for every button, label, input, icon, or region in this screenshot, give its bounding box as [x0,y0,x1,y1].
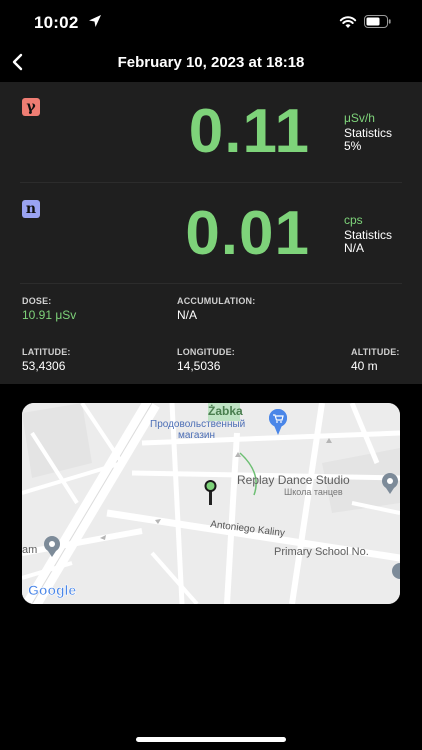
neutron-unit: cps [344,213,363,227]
map-label-zabka: Żabka [208,403,243,418]
status-bar: 10:02 [0,0,422,44]
latitude-value: 53,4306 [22,359,66,373]
location-map[interactable]: Żabka Продовольственный магазин Replay D… [22,403,400,604]
gamma-unit: μSv/h [344,111,375,125]
navigation-bar: February 10, 2023 at 18:18 [0,44,422,82]
altitude-value: 40 m [351,359,378,373]
dose-label: DOSE: [22,296,52,306]
map-label-dance-studio: Replay Dance Studio [237,473,350,487]
wifi-icon [339,16,357,28]
map-canvas[interactable]: Żabka Продовольственный магазин Replay D… [22,403,400,604]
map-label-school: Primary School No. [274,546,369,558]
divider [20,182,402,183]
home-indicator[interactable] [136,737,286,742]
map-label-grocery: Продовольственный [150,419,245,430]
neutron-badge-icon: n [22,200,40,218]
accumulation-label: ACCUMULATION: [177,296,256,306]
gamma-dose-rate-value: 0.11 [188,97,310,166]
accumulation-value: N/A [177,308,198,322]
google-logo: Google [28,582,76,598]
map-label-left: am [22,544,37,556]
readings-panel: γ 0.11 μSv/h Statistics 5% n 0.01 cps St… [0,82,422,384]
status-time: 10:02 [34,13,79,32]
battery-icon [364,15,391,28]
longitude-label: LONGITUDE: [177,347,235,357]
map-label-dance-school: Школа танцев [284,487,343,497]
map-label-grocery-2: магазин [178,430,215,441]
page-title: February 10, 2023 at 18:18 [117,54,305,71]
divider [20,283,402,284]
latitude-label: LATITUDE: [22,347,71,357]
neutron-statistics-value: N/A [344,241,365,255]
neutron-count-rate-value: 0.01 [185,199,310,268]
gamma-statistics-value: 5% [344,139,362,153]
longitude-value: 14,5036 [177,359,221,373]
location-arrow-icon [89,15,101,27]
dose-value: 10.91 μSv [22,308,77,322]
altitude-label: ALTITUDE: [351,347,400,357]
gamma-badge-icon: γ [22,98,40,116]
